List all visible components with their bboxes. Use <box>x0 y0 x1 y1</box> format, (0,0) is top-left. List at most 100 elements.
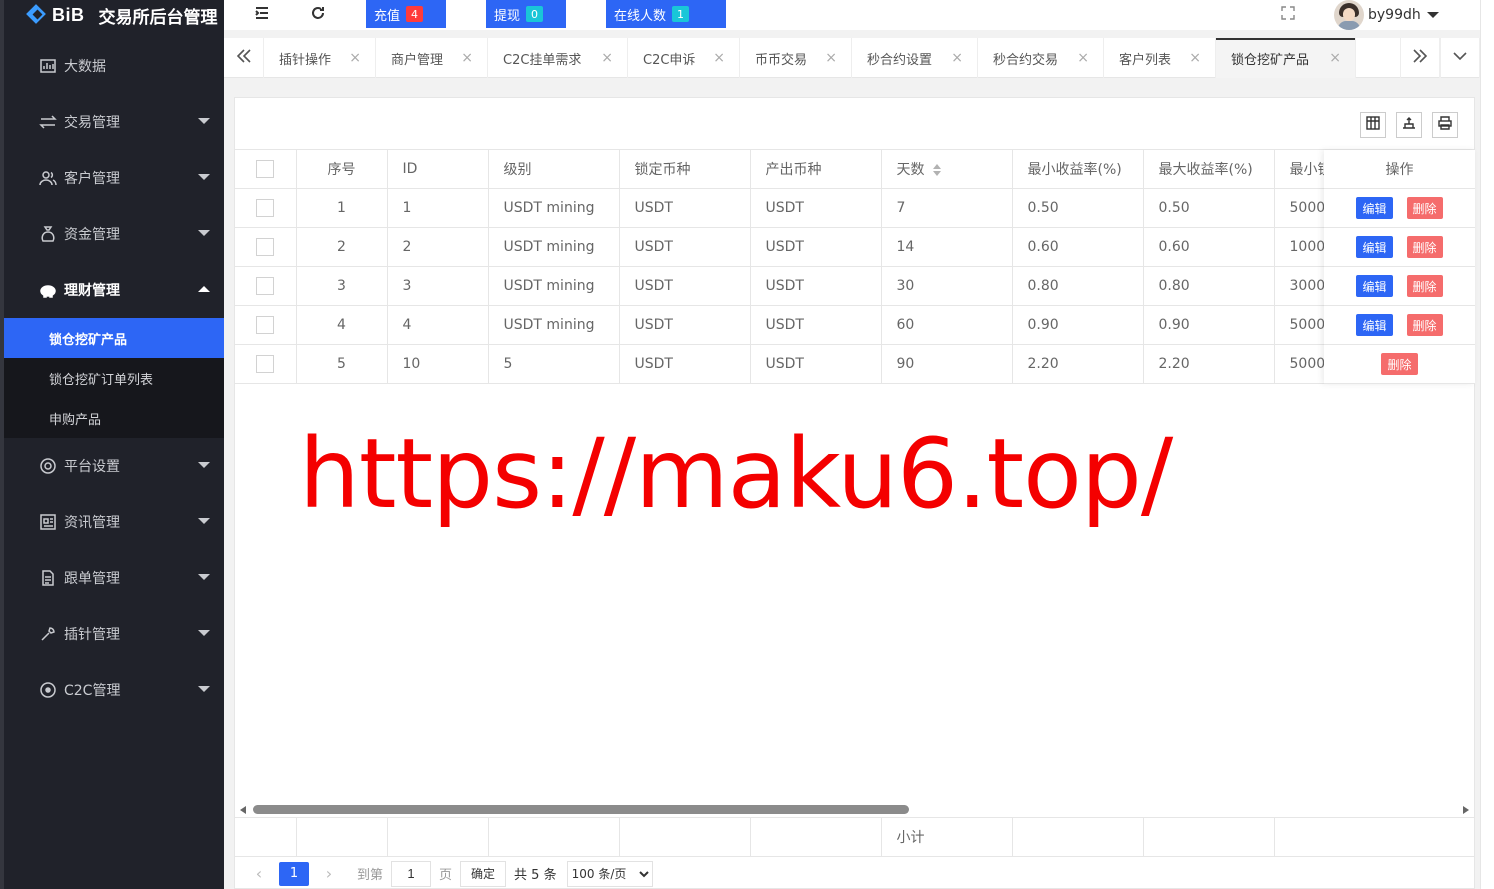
sidebar-item-trade[interactable]: 交易管理 <box>0 94 224 150</box>
delete-button[interactable]: 删除 <box>1406 197 1443 219</box>
tab-label: 锁仓挖矿产品 <box>1231 52 1310 68</box>
tabs-scroll-right-button[interactable] <box>1400 38 1440 78</box>
page-number-input[interactable] <box>391 860 432 887</box>
column-header-days[interactable]: 天数 <box>881 150 1013 189</box>
tabs-scroll-left-button[interactable] <box>224 38 264 78</box>
sidebar-item-big-data[interactable]: 大数据 <box>0 38 224 94</box>
username: by99dh <box>1368 7 1421 23</box>
sidebar-item-c2c[interactable]: C2C管理 <box>0 662 224 718</box>
next-page-icon[interactable]: › <box>319 864 339 884</box>
close-icon[interactable]: × <box>713 50 725 66</box>
confirm-page-button[interactable]: 确定 <box>460 860 507 887</box>
table-row[interactable]: 4 4 USDT mining USDT USDT 60 0.90 0.90 50000 <box>235 305 1437 345</box>
row-select-cell <box>235 305 297 345</box>
close-icon[interactable]: × <box>349 50 361 66</box>
edit-button[interactable]: 编辑 <box>1356 236 1393 258</box>
refresh-button[interactable] <box>306 0 330 30</box>
user-menu[interactable]: by99dh <box>1334 0 1439 30</box>
subtotal-cell <box>1012 817 1144 857</box>
sidebar-item-label: 大数据 <box>64 59 106 75</box>
sidebar: BiB 交易所后台管理 大数据 交易管理 客户管理 资金管理 理财管理 锁仓挖矿… <box>0 0 224 889</box>
sidebar-item-customers[interactable]: 客户管理 <box>0 150 224 206</box>
sidebar-item-platform-settings[interactable]: 平台设置 <box>0 438 224 494</box>
close-icon[interactable]: × <box>1189 50 1201 66</box>
sidebar-item-pin[interactable]: 插针管理 <box>0 606 224 662</box>
scroll-right-arrow-icon[interactable] <box>1463 806 1469 814</box>
scroll-left-arrow-icon[interactable] <box>240 806 246 814</box>
table-cell-max-rate: 0.60 <box>1143 227 1275 267</box>
horizontal-scrollbar[interactable] <box>235 802 1474 818</box>
print-button[interactable] <box>1432 112 1458 138</box>
tab-c2c-orders[interactable]: C2C挂单需求 × <box>488 38 628 78</box>
table-cell-max-rate: 0.50 <box>1143 188 1275 228</box>
withdraw-pill[interactable]: 提现 0 <box>486 0 566 28</box>
delete-button[interactable]: 删除 <box>1406 236 1443 258</box>
printer-icon <box>1438 116 1452 134</box>
edit-button[interactable]: 编辑 <box>1356 275 1393 297</box>
table-row[interactable]: 1 1 USDT mining USDT USDT 7 0.50 0.50 5000 <box>235 188 1437 228</box>
close-icon[interactable]: × <box>601 50 613 66</box>
sidebar-item-news[interactable]: 资讯管理 <box>0 494 224 550</box>
tab-second-contract-trades[interactable]: 秒合约交易 × <box>978 38 1104 78</box>
row-checkbox[interactable] <box>256 276 275 295</box>
sidebar-item-funds[interactable]: 资金管理 <box>0 206 224 262</box>
column-header: 序号 <box>296 150 388 189</box>
close-icon[interactable]: × <box>825 50 837 66</box>
tabs-dropdown-button[interactable] <box>1440 38 1480 78</box>
edit-button[interactable]: 编辑 <box>1356 314 1393 336</box>
select-all-cell <box>235 150 297 189</box>
row-checkbox[interactable] <box>256 198 275 217</box>
select-all-checkbox[interactable] <box>256 159 275 178</box>
prev-page-icon[interactable]: ‹ <box>249 864 269 884</box>
submenu-item-lock-mining-orders[interactable]: 锁仓挖矿订单列表 <box>0 358 224 398</box>
export-button[interactable] <box>1396 112 1422 138</box>
row-checkbox[interactable] <box>256 237 275 256</box>
document-icon <box>38 568 58 588</box>
edit-button[interactable]: 编辑 <box>1356 197 1393 219</box>
row-checkbox[interactable] <box>256 354 275 373</box>
logo[interactable]: BiB 交易所后台管理 <box>0 0 224 30</box>
table-row[interactable]: 2 2 USDT mining USDT USDT 14 0.60 0.60 10000 <box>235 227 1437 267</box>
sidebar-item-finance[interactable]: 理财管理 <box>0 262 224 318</box>
delete-button[interactable]: 删除 <box>1406 275 1443 297</box>
chevron-up-icon <box>198 286 210 292</box>
refresh-icon <box>309 4 327 26</box>
menu-toggle-button[interactable] <box>250 0 274 30</box>
bar-chart-icon <box>38 56 58 76</box>
tab-second-contract-settings[interactable]: 秒合约设置 × <box>852 38 978 78</box>
current-page-button[interactable]: 1 <box>279 861 309 886</box>
table-cell-level: USDT mining <box>488 188 620 228</box>
delete-button[interactable]: 删除 <box>1406 314 1443 336</box>
sidebar-item-label: 客户管理 <box>64 171 120 187</box>
sort-icon[interactable] <box>932 163 941 176</box>
submenu-item-lock-mining-products[interactable]: 锁仓挖矿产品 <box>4 318 224 358</box>
close-icon[interactable]: × <box>1077 50 1089 66</box>
tab-lock-mining-products[interactable]: 锁仓挖矿产品 × <box>1216 38 1356 78</box>
close-icon[interactable]: × <box>461 50 473 66</box>
subtotal-cell <box>387 817 489 857</box>
sidebar-item-copy-trading[interactable]: 跟单管理 <box>0 550 224 606</box>
tab-pin-operation[interactable]: 插针操作 × <box>264 38 376 78</box>
submenu-item-subscription-products[interactable]: 申购产品 <box>0 398 224 438</box>
tab-label: C2C申诉 <box>643 52 696 68</box>
table-body: 1 1 USDT mining USDT USDT 7 0.50 0.50 5000 2 2 USDT… <box>235 188 1437 384</box>
tab-customer-list[interactable]: 客户列表 × <box>1104 38 1216 78</box>
online-users-pill[interactable]: 在线人数 1 <box>606 0 726 28</box>
tab-spot-trading[interactable]: 币币交易 × <box>740 38 852 78</box>
fullscreen-button[interactable] <box>1278 0 1298 30</box>
news-icon <box>38 512 58 532</box>
close-icon[interactable]: × <box>951 50 963 66</box>
table-cell-max-rate: 0.80 <box>1143 266 1275 306</box>
tab-merchants[interactable]: 商户管理 × <box>376 38 488 78</box>
close-icon[interactable]: × <box>1329 50 1341 66</box>
logo-title: 交易所后台管理 <box>98 7 218 28</box>
table-row[interactable]: 3 3 USDT mining USDT USDT 30 0.80 0.80 30000 <box>235 266 1437 306</box>
scrollbar-thumb[interactable] <box>253 805 909 814</box>
recharge-pill[interactable]: 充值 4 <box>366 0 446 28</box>
delete-button[interactable]: 删除 <box>1381 353 1418 375</box>
columns-filter-button[interactable] <box>1360 112 1386 138</box>
row-checkbox[interactable] <box>256 315 275 334</box>
page-size-select[interactable]: 100 条/页 <box>566 860 653 887</box>
table-row[interactable]: 5 10 5 USDT USDT 90 2.20 2.20 50000 <box>235 344 1437 384</box>
tab-c2c-appeal[interactable]: C2C申诉 × <box>628 38 740 78</box>
